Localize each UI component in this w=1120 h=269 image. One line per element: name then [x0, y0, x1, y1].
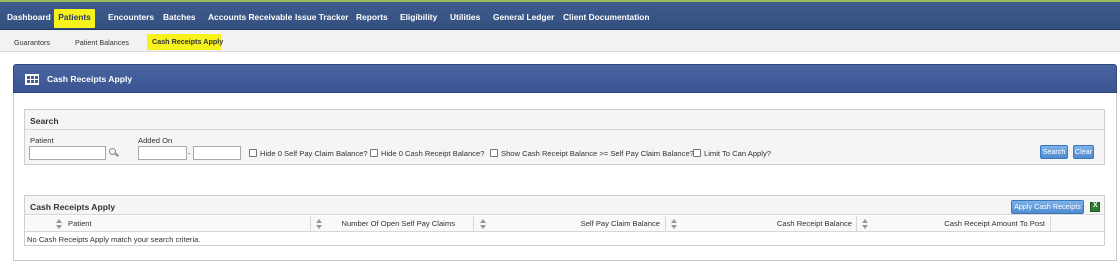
- panel-header: Cash Receipts Apply: [13, 64, 1117, 93]
- added-on-label: Added On: [138, 136, 173, 145]
- column-divider: [665, 216, 666, 232]
- nav-utilities[interactable]: Utilities: [446, 9, 484, 28]
- date-separator: -: [188, 149, 191, 158]
- nav-general-ledger[interactable]: General Ledger: [489, 9, 558, 28]
- grid-table-icon: [25, 74, 39, 85]
- nav-encounters[interactable]: Encounters: [104, 9, 158, 28]
- column-header-patient[interactable]: Patient: [68, 216, 92, 231]
- search-title: Search: [30, 116, 59, 126]
- empty-results-message: No Cash Receipts Apply match your search…: [27, 235, 201, 244]
- panel-title: Cash Receipts Apply: [47, 74, 133, 84]
- sort-icon[interactable]: [55, 219, 64, 229]
- patient-label: Patient: [30, 136, 54, 145]
- hide-zero-self-pay-label: Hide 0 Self Pay Claim Balance?: [260, 149, 368, 158]
- limit-to-can-apply-label: Limit To Can Apply?: [704, 149, 771, 158]
- column-header-self-pay-balance[interactable]: Self Pay Claim Balance: [495, 216, 660, 231]
- hide-zero-cash-receipt-checkbox[interactable]: [370, 149, 378, 157]
- nav-batches[interactable]: Batches: [159, 9, 200, 28]
- column-header-amount-to-post[interactable]: Cash Receipt Amount To Post: [875, 216, 1045, 231]
- nav-dashboard[interactable]: Dashboard: [3, 9, 55, 28]
- column-header-open-claims[interactable]: Number Of Open Self Pay Claims: [325, 216, 455, 231]
- clear-button[interactable]: Clear: [1073, 145, 1094, 159]
- search-section: Search Patient Added On - Hide 0 Self Pa…: [24, 109, 1105, 165]
- search-patient-icon[interactable]: [109, 148, 116, 155]
- column-header-cash-receipt-balance[interactable]: Cash Receipt Balance: [685, 216, 852, 231]
- sub-navigation: Guarantors Patient Balances Cash Receipt…: [0, 30, 1120, 52]
- nav-reports[interactable]: Reports: [352, 9, 392, 28]
- subnav-guarantors[interactable]: Guarantors: [9, 36, 55, 51]
- column-divider: [310, 216, 311, 232]
- divider: [25, 129, 1104, 130]
- sort-icon[interactable]: [479, 219, 488, 229]
- nav-patients[interactable]: Patients: [54, 9, 95, 28]
- results-title: Cash Receipts Apply: [30, 202, 116, 212]
- results-header-bar: [25, 196, 1104, 215]
- subnav-patient-balances[interactable]: Patient Balances: [70, 36, 134, 51]
- sort-icon[interactable]: [861, 219, 870, 229]
- column-divider: [856, 216, 857, 232]
- results-section: Cash Receipts Apply Apply Cash Receipts …: [24, 195, 1105, 246]
- nav-issue-tracker[interactable]: Issue Tracker: [291, 9, 353, 28]
- nav-client-documentation[interactable]: Client Documentation: [559, 9, 654, 28]
- date-to-input[interactable]: [193, 146, 241, 160]
- nav-eligibility[interactable]: Eligibility: [396, 9, 441, 28]
- hide-zero-self-pay-checkbox[interactable]: [249, 149, 257, 157]
- patient-input[interactable]: [29, 146, 106, 160]
- search-button[interactable]: Search: [1040, 145, 1068, 159]
- show-balance-compare-checkbox[interactable]: [490, 149, 498, 157]
- show-balance-compare-label: Show Cash Receipt Balance >= Self Pay Cl…: [501, 149, 694, 158]
- sort-icon[interactable]: [670, 219, 679, 229]
- nav-accounts-receivable[interactable]: Accounts Receivable: [204, 9, 296, 28]
- apply-cash-receipts-button[interactable]: Apply Cash Receipts: [1011, 200, 1084, 214]
- sort-icon[interactable]: [315, 219, 324, 229]
- subnav-cash-receipts-apply[interactable]: Cash Receipts Apply: [147, 34, 223, 50]
- column-divider: [1050, 216, 1051, 232]
- excel-export-icon[interactable]: [1090, 202, 1100, 212]
- date-from-input[interactable]: [138, 146, 187, 160]
- limit-to-can-apply-checkbox[interactable]: [693, 149, 701, 157]
- column-divider: [473, 216, 474, 232]
- hide-zero-cash-receipt-label: Hide 0 Cash Receipt Balance?: [381, 149, 485, 158]
- grid-header-row: Patient Number Of Open Self Pay Claims S…: [25, 216, 1104, 232]
- main-navigation: Dashboard Patients Encounters Batches Ac…: [0, 0, 1120, 30]
